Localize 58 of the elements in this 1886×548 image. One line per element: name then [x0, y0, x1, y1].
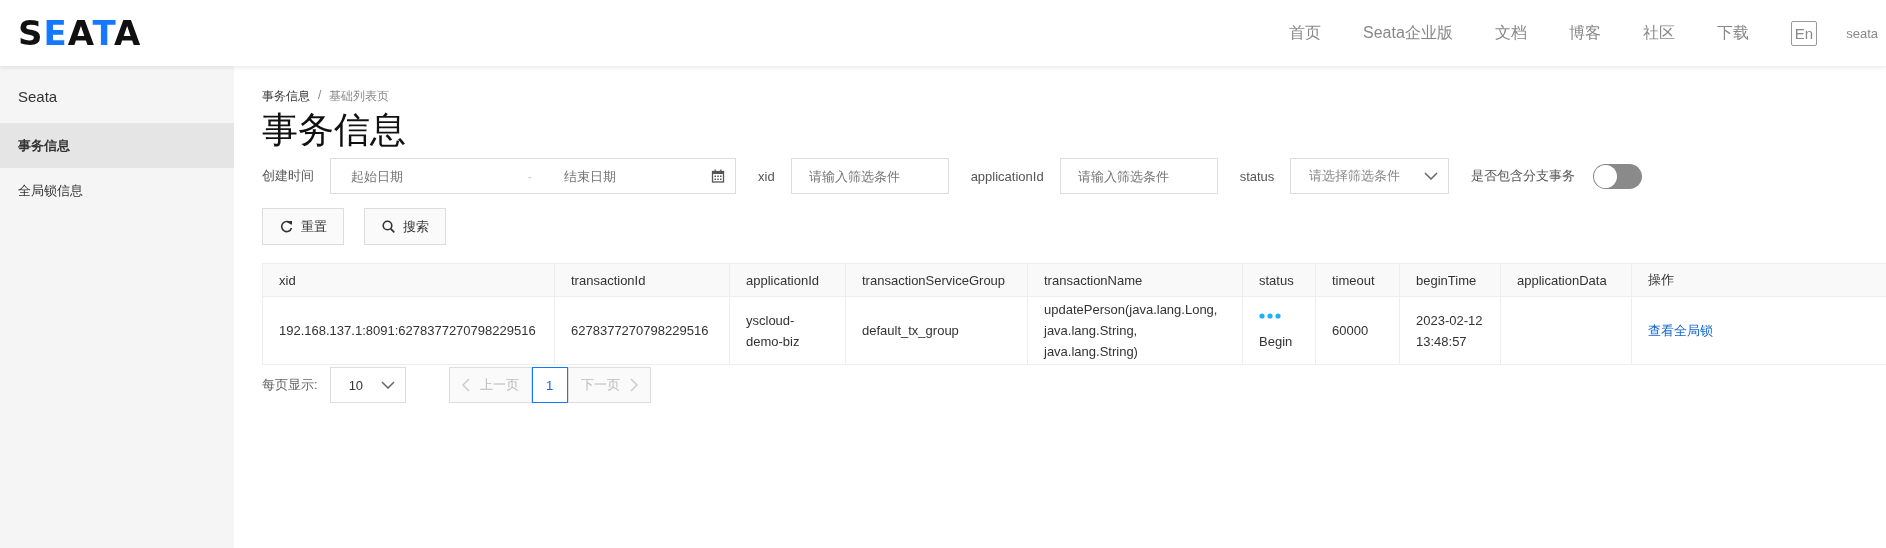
language-button[interactable]: En [1790, 20, 1818, 46]
sidebar-item[interactable]: 事务信息 [0, 123, 234, 168]
field-label: status [1239, 168, 1275, 184]
column-header: timeout [1315, 263, 1400, 297]
table-cell: default_tx_group [862, 323, 959, 338]
switch-label: 是否包含分支事务 [1471, 167, 1576, 185]
nav-link[interactable]: 博客 [1568, 22, 1601, 44]
status-text: Begin [1259, 333, 1294, 351]
search-button[interactable]: 搜索 [364, 208, 446, 245]
table-cell: 192.168.137.1:8091:6278377270798229516 [279, 323, 536, 338]
column-header: applicationId [729, 263, 846, 297]
column-header: status [1242, 263, 1316, 297]
input-field[interactable]: 请输入筛选条件 [790, 158, 949, 194]
column-header: 操作 [1631, 263, 1886, 297]
nav-link[interactable]: 文档 [1494, 22, 1527, 44]
chevron-down-icon [1424, 172, 1439, 180]
table-cell: 2023-02-12 13:48:57 [1416, 312, 1483, 349]
column-header: transactionId [554, 263, 730, 297]
seata-logo[interactable]: SEATA [18, 16, 142, 50]
table-cell: 60000 [1332, 323, 1369, 338]
reset-button[interactable]: 重置 [262, 208, 344, 245]
breadcrumb-link[interactable]: 事务信息 [262, 88, 310, 105]
range-separator: - [527, 168, 533, 184]
column-header: transactionName [1027, 263, 1243, 297]
page-size-label: 每页显示: [262, 376, 318, 394]
column-header: xid [262, 263, 555, 297]
chevron-down-icon [380, 381, 395, 389]
user-name[interactable]: seata [1846, 25, 1878, 41]
status-select[interactable]: 请选择筛选条件 [1290, 158, 1450, 194]
chevron-right-icon [629, 378, 638, 392]
page-size-select[interactable]: 10 [329, 367, 406, 403]
column-header: transactionServiceGroup [845, 263, 1028, 297]
nav-link[interactable]: 下载 [1716, 22, 1749, 44]
toggle-switch[interactable] [1593, 163, 1643, 189]
table-cell: 6278377270798229516 [571, 323, 709, 338]
table-cell: yscloud-demo-biz [746, 312, 800, 349]
field-label: xid [758, 168, 775, 184]
breadcrumb-item: 基础列表页 [329, 88, 390, 105]
sidebar-title: Seata [17, 87, 59, 107]
field-label: 创建时间 [262, 167, 314, 185]
column-header: applicationData [1500, 263, 1632, 297]
input-field[interactable]: 请输入筛选条件 [1059, 158, 1218, 194]
page-title: 事务信息 [262, 109, 407, 151]
loading-dots-icon [1259, 313, 1281, 319]
chevron-left-icon [461, 378, 470, 392]
refresh-icon [280, 220, 293, 233]
field-label: applicationId [970, 168, 1044, 184]
nav-link[interactable]: 社区 [1642, 22, 1675, 44]
sidebar-item[interactable]: 全局锁信息 [0, 168, 234, 213]
table-cell: updatePerson(java.lang.Long, java.lang.String, java.lang.String) [1044, 302, 1218, 359]
page-number[interactable]: 1 [531, 367, 568, 403]
nav-link[interactable]: Seata企业版 [1363, 22, 1453, 44]
search-icon [382, 220, 395, 233]
calendar-icon [711, 169, 725, 183]
view-lock-link[interactable]: 查看全局锁 [1648, 323, 1713, 338]
nav-link[interactable]: 首页 [1289, 22, 1321, 44]
breadcrumb-separator: / [318, 88, 322, 104]
column-header: beginTime [1399, 263, 1501, 297]
